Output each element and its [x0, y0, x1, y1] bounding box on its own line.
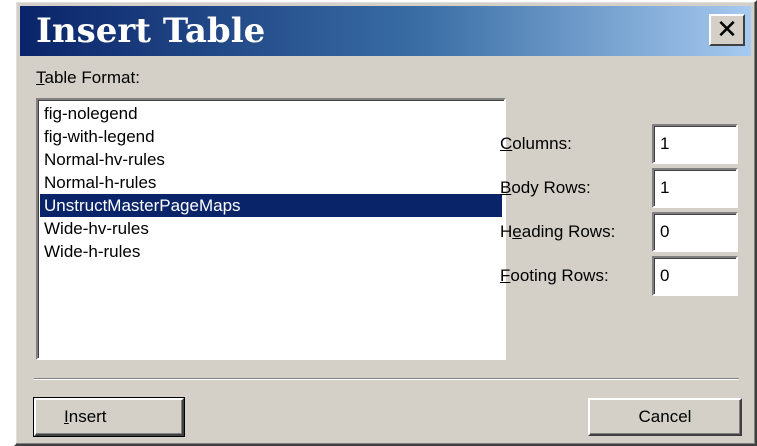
heading-rows-field[interactable]: 0	[652, 212, 738, 252]
dialog-title: Insert Table	[36, 11, 266, 51]
list-item[interactable]: Wide-h-rules	[40, 240, 502, 263]
list-item[interactable]: fig-with-legend	[40, 125, 502, 148]
columns-label: Columns:	[500, 134, 572, 153]
table-format-label: Table Format:	[36, 68, 140, 87]
list-item[interactable]: fig-nolegend	[40, 102, 502, 125]
footing-rows-label: Footing Rows:	[500, 266, 609, 285]
separator	[34, 378, 739, 380]
footing-rows-field[interactable]: 0	[652, 256, 738, 296]
close-icon: ✕	[716, 15, 738, 45]
list-item[interactable]: Wide-hv-rules	[40, 217, 502, 240]
heading-rows-label: Heading Rows:	[500, 222, 616, 241]
list-item[interactable]: Normal-h-rules	[40, 171, 502, 194]
insert-table-dialog: Insert Table ✕ Table Format: fig-nolegen…	[14, 0, 757, 446]
list-item-selected[interactable]: UnstructMasterPageMaps	[40, 194, 502, 217]
title-bar[interactable]: Insert Table ✕	[20, 6, 751, 56]
insert-button[interactable]: Insert	[33, 397, 185, 437]
body-rows-label: Body Rows:	[500, 178, 591, 197]
columns-field[interactable]: 1	[652, 124, 738, 164]
cancel-button[interactable]: Cancel	[588, 398, 742, 436]
list-item[interactable]: Normal-hv-rules	[40, 148, 502, 171]
body-rows-field[interactable]: 1	[652, 168, 738, 208]
table-format-list[interactable]: fig-nolegend fig-with-legend Normal-hv-r…	[36, 98, 506, 360]
close-button[interactable]: ✕	[709, 14, 745, 46]
